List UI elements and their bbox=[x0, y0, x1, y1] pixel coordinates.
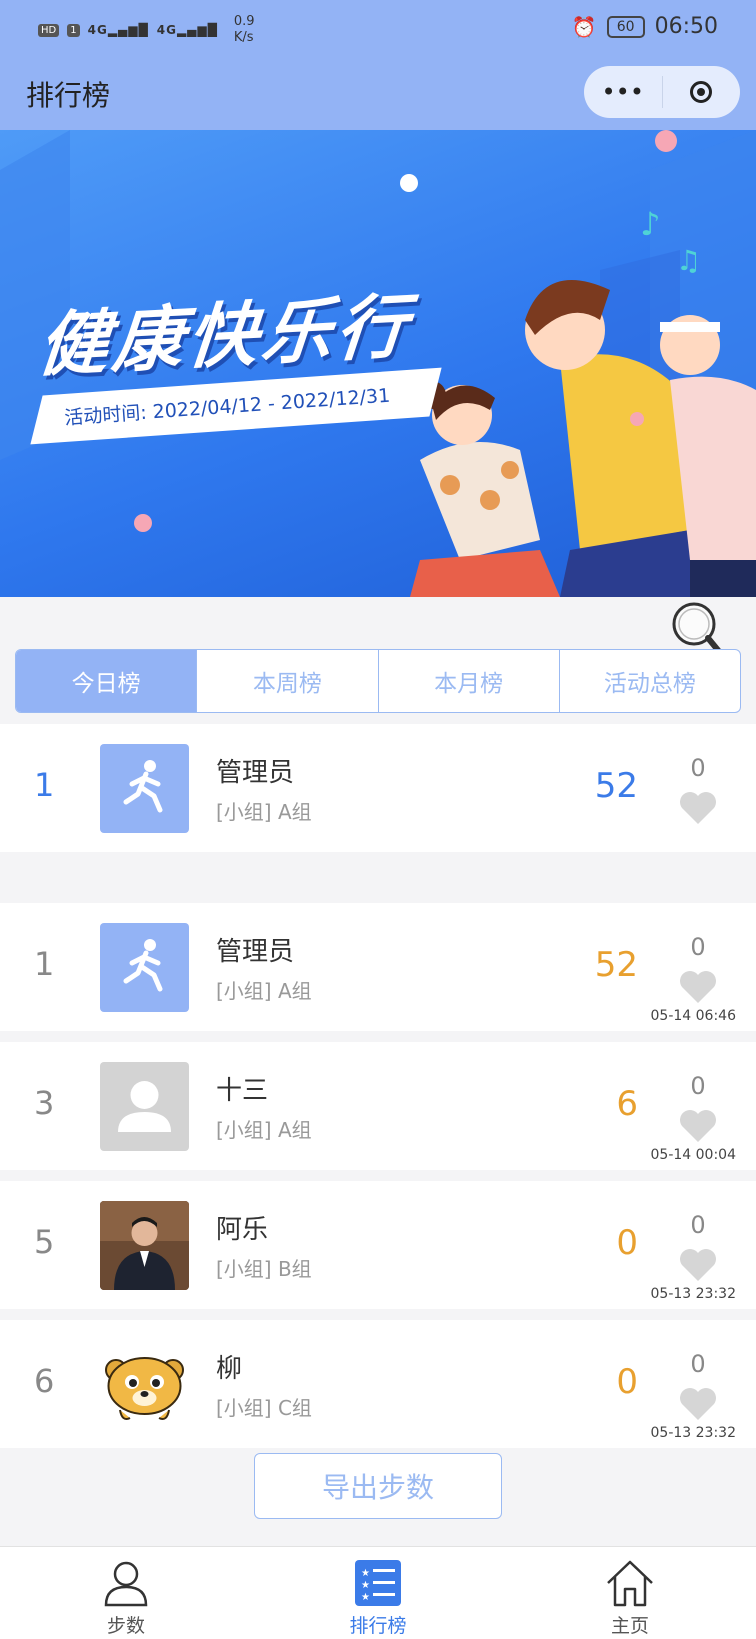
heart-icon[interactable] bbox=[678, 1247, 718, 1283]
title-row: 排行榜 ••• bbox=[0, 56, 756, 130]
ranking-row[interactable]: 5 阿乐 [小组] B组 0 0 05-13 23:32 bbox=[0, 1181, 756, 1309]
like-count: 0 bbox=[690, 1211, 706, 1239]
like-count: 0 bbox=[690, 754, 706, 782]
svg-text:★: ★ bbox=[361, 1568, 370, 1579]
status-bar: HD 1 4G▂▄▆█ 4G▂▄▆█ 0.9 K/s ⏰ 60 06:50 bbox=[0, 0, 756, 56]
ranking-row[interactable]: 1 管理员 [小组] A组 52 0 05-14 06:46 bbox=[0, 903, 756, 1031]
user-name: 管理员 bbox=[216, 758, 295, 788]
heart-icon[interactable] bbox=[678, 1108, 718, 1144]
my-rank-row[interactable]: 1 管理员 [小组] A组 52 0 bbox=[0, 724, 756, 852]
tab-month[interactable]: 本月榜 bbox=[377, 650, 559, 712]
step-count: 52 bbox=[594, 945, 638, 985]
export-steps-button[interactable]: 导出步数 bbox=[254, 1453, 502, 1519]
nav-item-home[interactable]: 主页 bbox=[504, 1547, 756, 1639]
tab-today[interactable]: 今日榜 bbox=[16, 650, 197, 712]
user-photo bbox=[100, 1201, 189, 1290]
battery-icon: 60 bbox=[606, 15, 645, 38]
avatar bbox=[100, 1062, 189, 1151]
svg-text:♪: ♪ bbox=[640, 205, 660, 243]
user-group: [小组] C组 bbox=[216, 1396, 312, 1420]
hd-badge: HD bbox=[38, 23, 60, 37]
ranking-row[interactable]: 6 柳 [小组] C组 0 0 05-13 23:32 bbox=[0, 1320, 756, 1448]
like-count: 0 bbox=[690, 933, 706, 961]
user-group: [小组] A组 bbox=[216, 1118, 312, 1142]
step-count: 52 bbox=[594, 766, 638, 806]
more-dots-icon: ••• bbox=[601, 78, 644, 106]
banner-dot bbox=[655, 130, 677, 152]
svg-text:★: ★ bbox=[361, 1580, 370, 1591]
avatar bbox=[100, 923, 189, 1012]
nav-item-ranking[interactable]: ★ ★ ★ 排行榜 bbox=[252, 1547, 504, 1639]
banner: ♪ ♫ 健康快乐行 活动时间: 2022/04/12 - 2022/12/31 bbox=[0, 130, 756, 597]
svg-text:♫: ♫ bbox=[676, 244, 701, 277]
banner-dot bbox=[134, 514, 152, 532]
step-count: 0 bbox=[616, 1362, 638, 1402]
nav-item-steps[interactable]: 步数 bbox=[0, 1547, 252, 1639]
avatar bbox=[100, 744, 189, 833]
default-person-icon bbox=[118, 1081, 171, 1132]
user-name: 管理员 bbox=[216, 937, 295, 967]
step-count: 6 bbox=[616, 1084, 638, 1124]
signal-icon-1: 4G▂▄▆█ bbox=[87, 23, 149, 37]
svg-text:★: ★ bbox=[361, 1592, 370, 1603]
avatar bbox=[100, 1201, 189, 1290]
tiger-icon bbox=[105, 1357, 184, 1420]
network-speed: 0.9 K/s bbox=[233, 14, 255, 45]
update-time: 05-13 23:32 bbox=[650, 1425, 736, 1441]
close-program-button[interactable] bbox=[663, 66, 741, 118]
person-icon bbox=[104, 1561, 148, 1607]
clock: 06:50 bbox=[654, 14, 718, 39]
user-group: [小组] B组 bbox=[216, 1257, 312, 1281]
alarm-icon: ⏰ bbox=[571, 14, 597, 39]
bottom-nav: 步数 ★ ★ ★ 排行榜 主页 bbox=[0, 1546, 756, 1639]
tab-total[interactable]: 活动总榜 bbox=[558, 650, 740, 712]
user-name: 阿乐 bbox=[216, 1215, 269, 1245]
heart-icon[interactable] bbox=[678, 790, 718, 826]
update-time: 05-14 06:46 bbox=[650, 1008, 736, 1024]
like-count: 0 bbox=[690, 1350, 706, 1378]
step-count: 0 bbox=[616, 1223, 638, 1263]
target-icon bbox=[690, 81, 713, 103]
user-name: 柳 bbox=[216, 1354, 243, 1384]
avatar bbox=[100, 1340, 189, 1429]
nav-label-home: 主页 bbox=[610, 1615, 649, 1637]
more-button[interactable]: ••• bbox=[584, 66, 662, 118]
ranking-tabs: 今日榜 本周榜 本月榜 活动总榜 bbox=[15, 649, 741, 713]
tab-week[interactable]: 本周榜 bbox=[196, 650, 377, 712]
runner-icon bbox=[123, 760, 163, 813]
sim-badge: 1 bbox=[67, 23, 80, 37]
rank-number: 6 bbox=[34, 1362, 55, 1400]
user-name: 十三 bbox=[216, 1076, 269, 1106]
list-icon: ★ ★ ★ bbox=[355, 1560, 401, 1606]
mini-program-capsule: ••• bbox=[584, 66, 740, 118]
page-title: 排行榜 bbox=[26, 79, 111, 112]
ranking-row[interactable]: 3 十三 [小组] A组 6 0 05-14 00:04 bbox=[0, 1042, 756, 1170]
heart-icon[interactable] bbox=[678, 1386, 718, 1422]
banner-dot bbox=[400, 174, 418, 192]
like-count: 0 bbox=[690, 1072, 706, 1100]
update-time: 05-14 00:04 bbox=[650, 1147, 736, 1163]
rank-number: 3 bbox=[34, 1084, 55, 1122]
top-bar: HD 1 4G▂▄▆█ 4G▂▄▆█ 0.9 K/s ⏰ 60 06:50 排行榜… bbox=[0, 0, 756, 130]
nav-label-ranking: 排行榜 bbox=[349, 1615, 407, 1637]
rank-number: 5 bbox=[34, 1223, 55, 1261]
heart-icon[interactable] bbox=[678, 969, 718, 1005]
runner-icon bbox=[123, 939, 163, 992]
signal-icon-2: 4G▂▄▆█ bbox=[156, 23, 218, 37]
rank-number: 1 bbox=[34, 945, 55, 983]
banner-dot bbox=[630, 412, 644, 426]
rank-number: 1 bbox=[34, 766, 55, 804]
user-group: [小组] A组 bbox=[216, 979, 312, 1003]
update-time: 05-13 23:32 bbox=[650, 1286, 736, 1302]
home-icon bbox=[607, 1560, 653, 1607]
nav-label-steps: 步数 bbox=[106, 1615, 145, 1637]
user-group: [小组] A组 bbox=[216, 800, 312, 824]
